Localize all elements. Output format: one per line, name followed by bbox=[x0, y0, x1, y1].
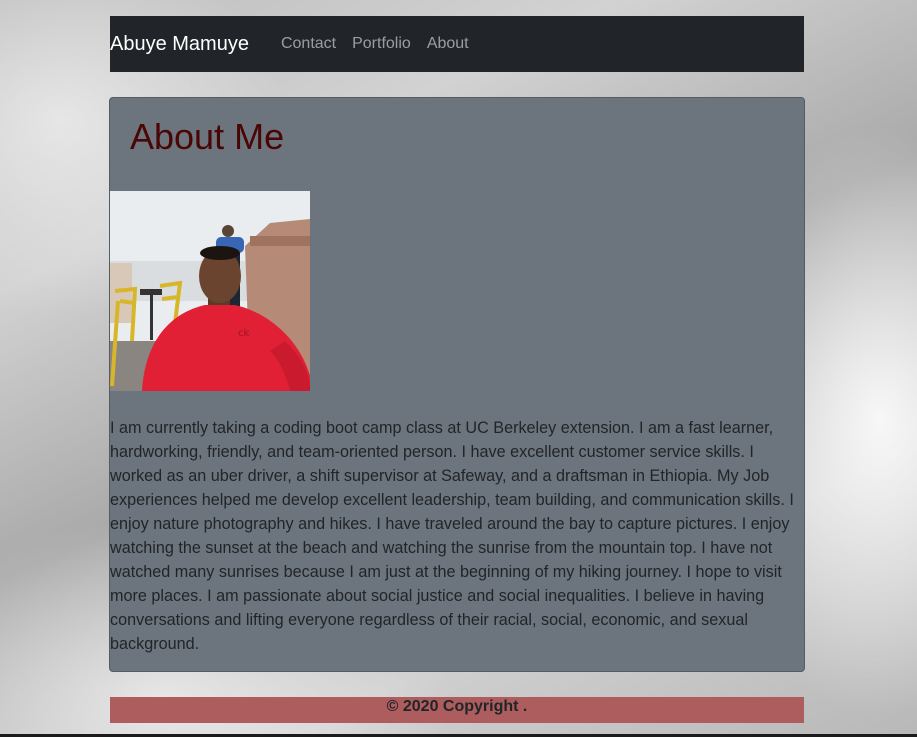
about-card: About Me ck I am currently taking a codi… bbox=[109, 97, 805, 672]
footer: © 2020 Copyright . bbox=[110, 697, 804, 723]
nav-link-portfolio[interactable]: Portfolio bbox=[344, 35, 419, 53]
navbar: Abuye Mamuye Contact Portfolio About bbox=[110, 16, 804, 72]
nav-link-contact[interactable]: Contact bbox=[273, 35, 344, 53]
photo-table bbox=[140, 289, 162, 295]
copyright-text: © 2020 Copyright . bbox=[386, 698, 528, 715]
photo-left-person bbox=[110, 263, 132, 323]
nav-link-about[interactable]: About bbox=[419, 35, 477, 53]
photo-bg-person-head bbox=[222, 225, 234, 237]
page-title: About Me bbox=[130, 116, 285, 157]
bio-paragraph: I am currently taking a coding boot camp… bbox=[110, 419, 794, 653]
photo-table-leg bbox=[150, 295, 153, 340]
profile-photo: ck bbox=[110, 191, 310, 391]
brand-link[interactable]: Abuye Mamuye bbox=[110, 33, 249, 56]
photo-logo-text: ck bbox=[238, 328, 249, 339]
photo-pillar-cap bbox=[250, 236, 310, 246]
photo-man-hair bbox=[200, 246, 240, 260]
